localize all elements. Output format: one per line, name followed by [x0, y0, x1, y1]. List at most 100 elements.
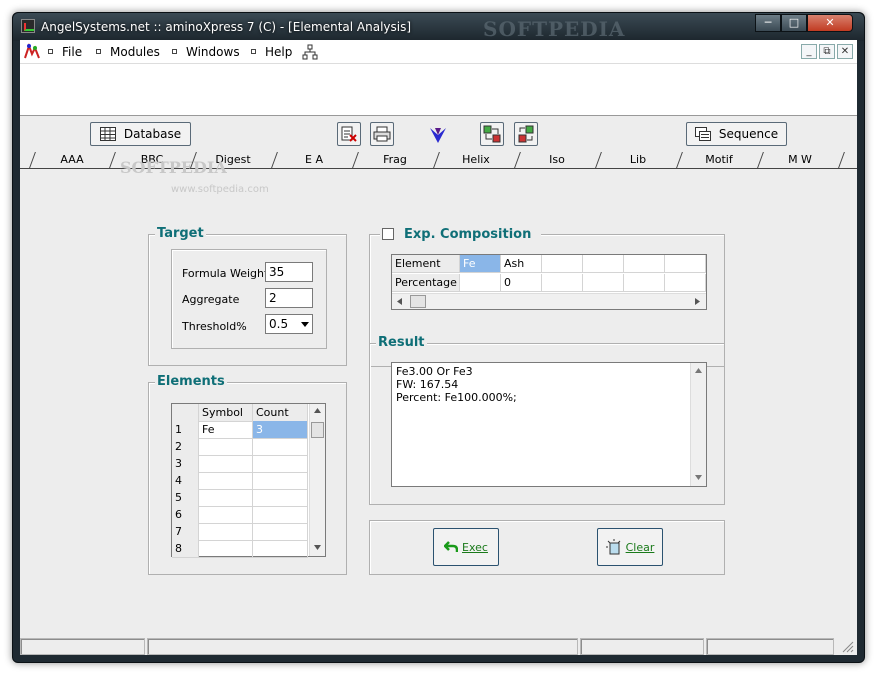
composition-element-cell[interactable]: [542, 255, 583, 273]
menu-file-label: File: [62, 45, 83, 59]
mdi-minimize-button[interactable]: _: [801, 44, 817, 59]
composition-percentage-cell[interactable]: [542, 274, 583, 292]
composition-percentage-cell[interactable]: [665, 274, 706, 292]
toolbar-transfer-button[interactable]: [480, 122, 504, 146]
scrollbar-thumb[interactable]: [311, 422, 324, 438]
tab-aaa[interactable]: AAA: [32, 152, 112, 168]
network-icon[interactable]: [302, 44, 318, 60]
database-icon: [99, 127, 116, 141]
composition-element-cell[interactable]: [624, 255, 665, 273]
column-header-count[interactable]: Count: [253, 404, 308, 422]
composition-hscrollbar[interactable]: [392, 293, 706, 309]
exec-button-label: Exec: [462, 540, 488, 554]
clear-button[interactable]: Clear: [597, 528, 663, 566]
clear-doc-icon: [605, 539, 620, 555]
menu-windows[interactable]: Windows: [172, 45, 240, 59]
threshold-select[interactable]: 0.5: [265, 314, 313, 334]
tab-frag[interactable]: Frag: [355, 152, 435, 168]
symbol-cell[interactable]: [199, 438, 253, 456]
app-icon[interactable]: [21, 19, 35, 33]
status-panel: [147, 638, 578, 655]
database-button[interactable]: Database: [90, 122, 191, 146]
symbol-cell[interactable]: [199, 455, 253, 473]
logo-arrow-icon[interactable]: [429, 126, 447, 144]
mdi-restore-button[interactable]: ⧉: [819, 44, 835, 59]
composition-element-cell[interactable]: Ash: [501, 255, 542, 273]
count-cell[interactable]: [253, 489, 308, 507]
target-inner-panel: Formula Weight 35 Aggregate 2 Threshold%…: [171, 249, 327, 349]
toolbar-copy-button[interactable]: [337, 122, 361, 146]
composition-element-cell[interactable]: Fe: [460, 255, 501, 273]
elements-grid[interactable]: Symbol Count 1 Fe 3 2 3 4 5 6 7 8: [171, 403, 326, 558]
composition-percentage-cell[interactable]: 0: [501, 274, 542, 292]
menu-bar: File Modules Windows Help _ ⧉ ✕: [20, 40, 857, 64]
count-cell[interactable]: [253, 438, 308, 456]
hscroll-thumb[interactable]: [410, 295, 426, 308]
scroll-down-icon[interactable]: [695, 475, 702, 480]
tab-motif[interactable]: Motif: [679, 152, 759, 168]
count-cell[interactable]: [253, 523, 308, 541]
composition-element-cell[interactable]: [583, 255, 624, 273]
tab-mw[interactable]: M W: [760, 152, 840, 168]
aggregate-label: Aggregate: [182, 293, 240, 306]
symbol-cell[interactable]: [199, 489, 253, 507]
result-scrollbar[interactable]: [690, 363, 706, 486]
scroll-left-icon[interactable]: [397, 298, 402, 305]
tab-helix[interactable]: Helix: [436, 152, 516, 168]
exec-button[interactable]: Exec: [433, 528, 499, 566]
client-area: File Modules Windows Help _ ⧉ ✕ Database: [20, 40, 857, 655]
transfer-icon: [483, 125, 501, 143]
composition-percentage-cell[interactable]: [460, 274, 501, 292]
count-cell[interactable]: [253, 540, 308, 558]
result-group: Result Fe3.00 Or Fe3 FW: 167.54 Percent:…: [369, 335, 725, 505]
chevron-down-icon: [301, 322, 309, 327]
tab-iso[interactable]: Iso: [517, 152, 597, 168]
maximize-button[interactable]: □: [781, 14, 807, 32]
menu-help[interactable]: Help: [251, 45, 292, 59]
resize-grip-icon[interactable]: [842, 641, 854, 653]
result-output[interactable]: Fe3.00 Or Fe3 FW: 167.54 Percent: Fe100.…: [391, 362, 707, 487]
tab-ea[interactable]: E A: [274, 152, 354, 168]
aggregate-field[interactable]: 2: [265, 288, 313, 308]
count-cell[interactable]: 3: [253, 421, 308, 439]
row-header: 7: [172, 523, 199, 541]
status-panel: [20, 638, 145, 655]
result-line: Percent: Fe100.000%;: [396, 391, 517, 404]
elements-scrollbar[interactable]: [309, 404, 325, 556]
scroll-up-icon[interactable]: [314, 408, 321, 413]
composition-grid[interactable]: Element Fe Ash Percentage 0: [391, 254, 707, 310]
symbol-cell[interactable]: [199, 506, 253, 524]
composition-element-cell[interactable]: [665, 255, 706, 273]
menu-file[interactable]: File: [48, 45, 82, 59]
count-cell[interactable]: [253, 455, 308, 473]
symbol-cell[interactable]: [199, 523, 253, 541]
minimize-button[interactable]: ─: [755, 14, 781, 32]
count-cell[interactable]: [253, 506, 308, 524]
symbol-cell[interactable]: [199, 472, 253, 490]
scroll-up-icon[interactable]: [695, 368, 702, 373]
composition-percentage-cell[interactable]: [583, 274, 624, 292]
formula-weight-field[interactable]: 35: [265, 262, 313, 282]
mdi-close-button[interactable]: ✕: [837, 44, 853, 59]
softpedia-watermark: SOFTPEDIA: [483, 17, 626, 41]
symbol-cell[interactable]: [199, 540, 253, 558]
count-cell[interactable]: [253, 472, 308, 490]
softpedia-url-watermark: www.softpedia.com: [171, 184, 269, 195]
symbol-cell[interactable]: Fe: [199, 421, 253, 439]
composition-percentage-cell[interactable]: [624, 274, 665, 292]
status-panel: [706, 638, 834, 655]
column-header-symbol[interactable]: Symbol: [199, 404, 253, 422]
scroll-right-icon[interactable]: [695, 298, 700, 305]
toolbar-print-button[interactable]: [370, 122, 394, 146]
scroll-down-icon[interactable]: [314, 545, 321, 550]
title-bar[interactable]: AngelSystems.net :: aminoXpress 7 (C) - …: [13, 13, 864, 41]
sequence-button[interactable]: Sequence: [686, 122, 787, 146]
row-header: 3: [172, 455, 199, 473]
menu-modules[interactable]: Modules: [96, 45, 160, 59]
tab-lib[interactable]: Lib: [598, 152, 678, 168]
exp-composition-checkbox[interactable]: [382, 228, 394, 240]
close-button[interactable]: ✕: [807, 14, 853, 32]
app-logo-icon[interactable]: [23, 43, 41, 61]
toolbar-swap-button[interactable]: [514, 122, 538, 146]
row-header: 8: [172, 540, 199, 558]
